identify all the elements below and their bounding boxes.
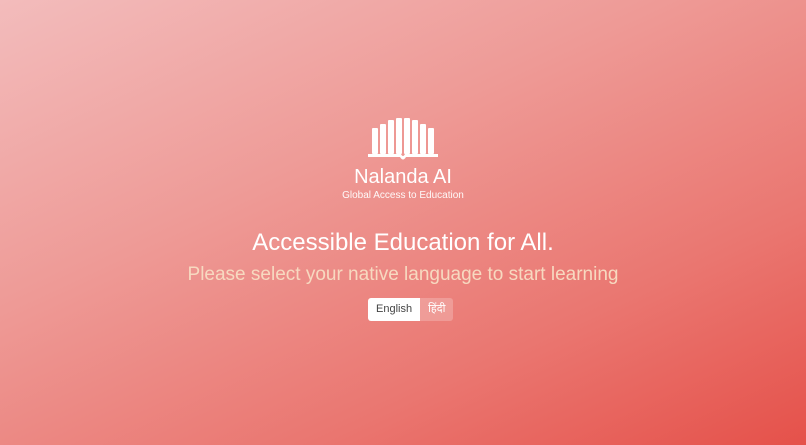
brand-block: Nalanda AI Global Access to Education xyxy=(0,118,806,202)
brand-tagline: Global Access to Education xyxy=(342,190,464,201)
language-option-english[interactable]: English xyxy=(368,298,421,321)
language-selector: English हिंदी xyxy=(368,298,454,321)
language-option-hindi[interactable]: हिंदी xyxy=(420,298,454,321)
hero-subheadline: Please select your native language to st… xyxy=(187,264,619,285)
hero-headline: Accessible Education for All. xyxy=(252,229,554,256)
brand-name: Nalanda AI xyxy=(354,166,452,188)
landing-page: Nalanda AI Global Access to Education Ac… xyxy=(0,0,806,445)
open-book-icon xyxy=(368,118,438,160)
